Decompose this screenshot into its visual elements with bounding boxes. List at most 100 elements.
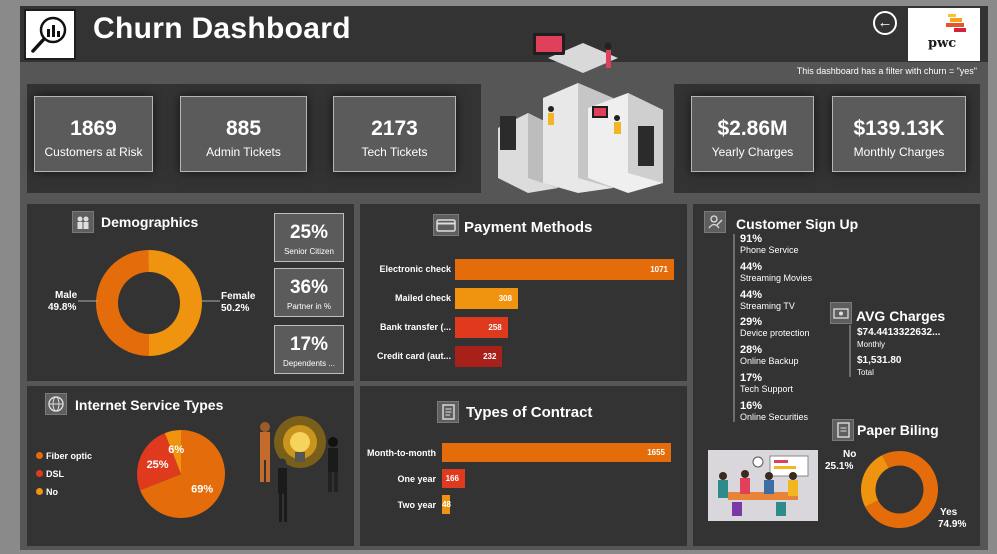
globe-icon <box>45 393 67 415</box>
signup-item: 28% Online Backup <box>740 344 799 366</box>
legend-text: No <box>46 487 58 497</box>
kpi-monthly-charges: $139.13K Monthly Charges <box>832 96 966 172</box>
bar-value: 232 <box>455 346 503 367</box>
bar-category-label: One year <box>397 474 436 484</box>
signup-name: Streaming Movies <box>740 272 813 283</box>
avg-monthly-label: Monthly <box>857 340 886 349</box>
signup-pct: 44% <box>740 260 763 273</box>
money-icon <box>830 302 852 324</box>
signup-item: 44% Streaming Movies <box>740 261 812 283</box>
kpi-value: 2173 <box>371 117 418 140</box>
kpi-value: $2.86M <box>717 117 788 140</box>
signup-item: 16% Online Securities <box>740 400 808 422</box>
person-icon <box>606 50 611 68</box>
paper-donut-chart <box>861 451 938 528</box>
gender-donut-chart <box>96 250 202 356</box>
kpi-label: Yearly Charges <box>711 145 794 159</box>
lightbulb-illustration <box>260 416 338 522</box>
male-pct: 49.8% <box>48 302 77 313</box>
signup-pct: 28% <box>740 344 763 357</box>
logo-box <box>24 9 76 60</box>
payment-card-icon <box>433 214 459 236</box>
paper-icon <box>832 419 854 441</box>
bar-value: 48 <box>442 495 451 514</box>
paper-yes-label: Yes <box>940 507 958 518</box>
bar-value: 258 <box>455 317 508 338</box>
pie-slice-paper-no <box>861 455 889 507</box>
kpi-label: Tech Tickets <box>361 145 428 159</box>
contract-title: Types of Contract <box>466 404 593 421</box>
pie-slice-fiber-label: 69% <box>191 483 213 495</box>
legend-dsl: DSL <box>36 469 64 479</box>
kpi-label: Monthly Charges <box>853 145 945 159</box>
signup-item: 29% Device protection <box>740 316 810 338</box>
bar-value: 308 <box>455 288 518 309</box>
leader-line <box>202 300 220 302</box>
paper-yes-pct: 74.9% <box>938 519 967 530</box>
payment-title: Payment Methods <box>464 219 593 236</box>
kpi-customers-at-risk: 1869 Customers at Risk <box>34 96 153 172</box>
stat-value: 36% <box>289 277 329 298</box>
bar-category-label: Two year <box>397 500 436 510</box>
avg-title: AVG Charges <box>856 308 946 324</box>
avg-total-value: $1,531.80 <box>857 355 902 366</box>
paper-no-pct: 25.1% <box>825 461 854 472</box>
legend-no: No <box>36 487 58 497</box>
server-rack-icon <box>638 126 654 166</box>
legend-text: DSL <box>46 469 64 479</box>
kpi-value: 1869 <box>70 117 117 140</box>
pwc-text: pwc <box>928 36 957 51</box>
stat-value: 17% <box>289 334 329 355</box>
signup-item: 44% Streaming TV <box>740 289 795 311</box>
legend-swatch <box>36 452 43 459</box>
stat-label: Senior Citizen <box>284 247 334 256</box>
bar-category-label: Bank transfer (... <box>379 322 451 332</box>
pie-slice-female <box>148 250 202 356</box>
signup-pct: 17% <box>740 372 763 384</box>
bar-category-label: Month-to-month <box>367 448 436 458</box>
signup-name: Device protection <box>740 328 810 339</box>
avg-divider <box>849 325 851 377</box>
people-icon <box>72 211 94 233</box>
internet-pie-chart: 69% 25% 6% <box>137 430 225 518</box>
person-icon <box>614 122 621 134</box>
kpi-admin-tickets: 885 Admin Tickets <box>180 96 307 172</box>
signup-name: Tech Support <box>740 384 794 394</box>
signup-name: Online Securities <box>740 411 809 422</box>
legend-text: Fiber optic <box>46 451 93 461</box>
demographics-title: Demographics <box>101 214 199 230</box>
office-illustration <box>498 33 663 193</box>
bar-value: 1071 <box>455 259 674 280</box>
pie-slice-no-label: 6% <box>168 444 184 456</box>
avg-monthly-value: $74.4413322632... <box>857 327 941 338</box>
document-icon <box>437 401 459 423</box>
pwc-logo-mark <box>946 14 966 32</box>
kpi-tech-tickets: 2173 Tech Tickets <box>333 96 456 172</box>
server-rack-icon <box>500 116 516 150</box>
stat-label: Partner in % <box>286 302 332 311</box>
filter-note: This dashboard has a filter with churn =… <box>796 66 977 76</box>
internet-title: Internet Service Types <box>75 397 224 413</box>
page-title: Churn Dashboard <box>93 12 351 45</box>
bar-category-label: Electronic check <box>379 264 451 274</box>
paper-no-label: No <box>843 449 857 460</box>
legend-swatch <box>36 488 43 495</box>
signup-name: Online Backup <box>740 356 799 367</box>
meeting-illustration <box>708 450 818 521</box>
signup-name: Phone Service <box>740 245 799 255</box>
pwc-logo: pwc <box>908 8 980 61</box>
signup-pct: 29% <box>740 316 763 329</box>
pie-slice-dsl-label: 25% <box>147 459 169 471</box>
arrow-left-icon: ← <box>877 14 893 31</box>
stat-dependents: 17% Dependents ... <box>274 325 344 374</box>
signup-title: Customer Sign Up <box>736 216 859 232</box>
back-button[interactable]: ← <box>873 11 897 35</box>
bar-value: 166 <box>442 469 465 488</box>
leader-line <box>78 300 98 302</box>
legend-swatch <box>36 470 43 477</box>
kpi-value: 885 <box>225 117 262 140</box>
signup-item: 17% Tech Support <box>740 372 793 394</box>
signup-item: 91% Phone Service <box>740 233 799 255</box>
bar-category-label: Mailed check <box>394 293 451 303</box>
kpi-label: Admin Tickets <box>206 145 281 159</box>
